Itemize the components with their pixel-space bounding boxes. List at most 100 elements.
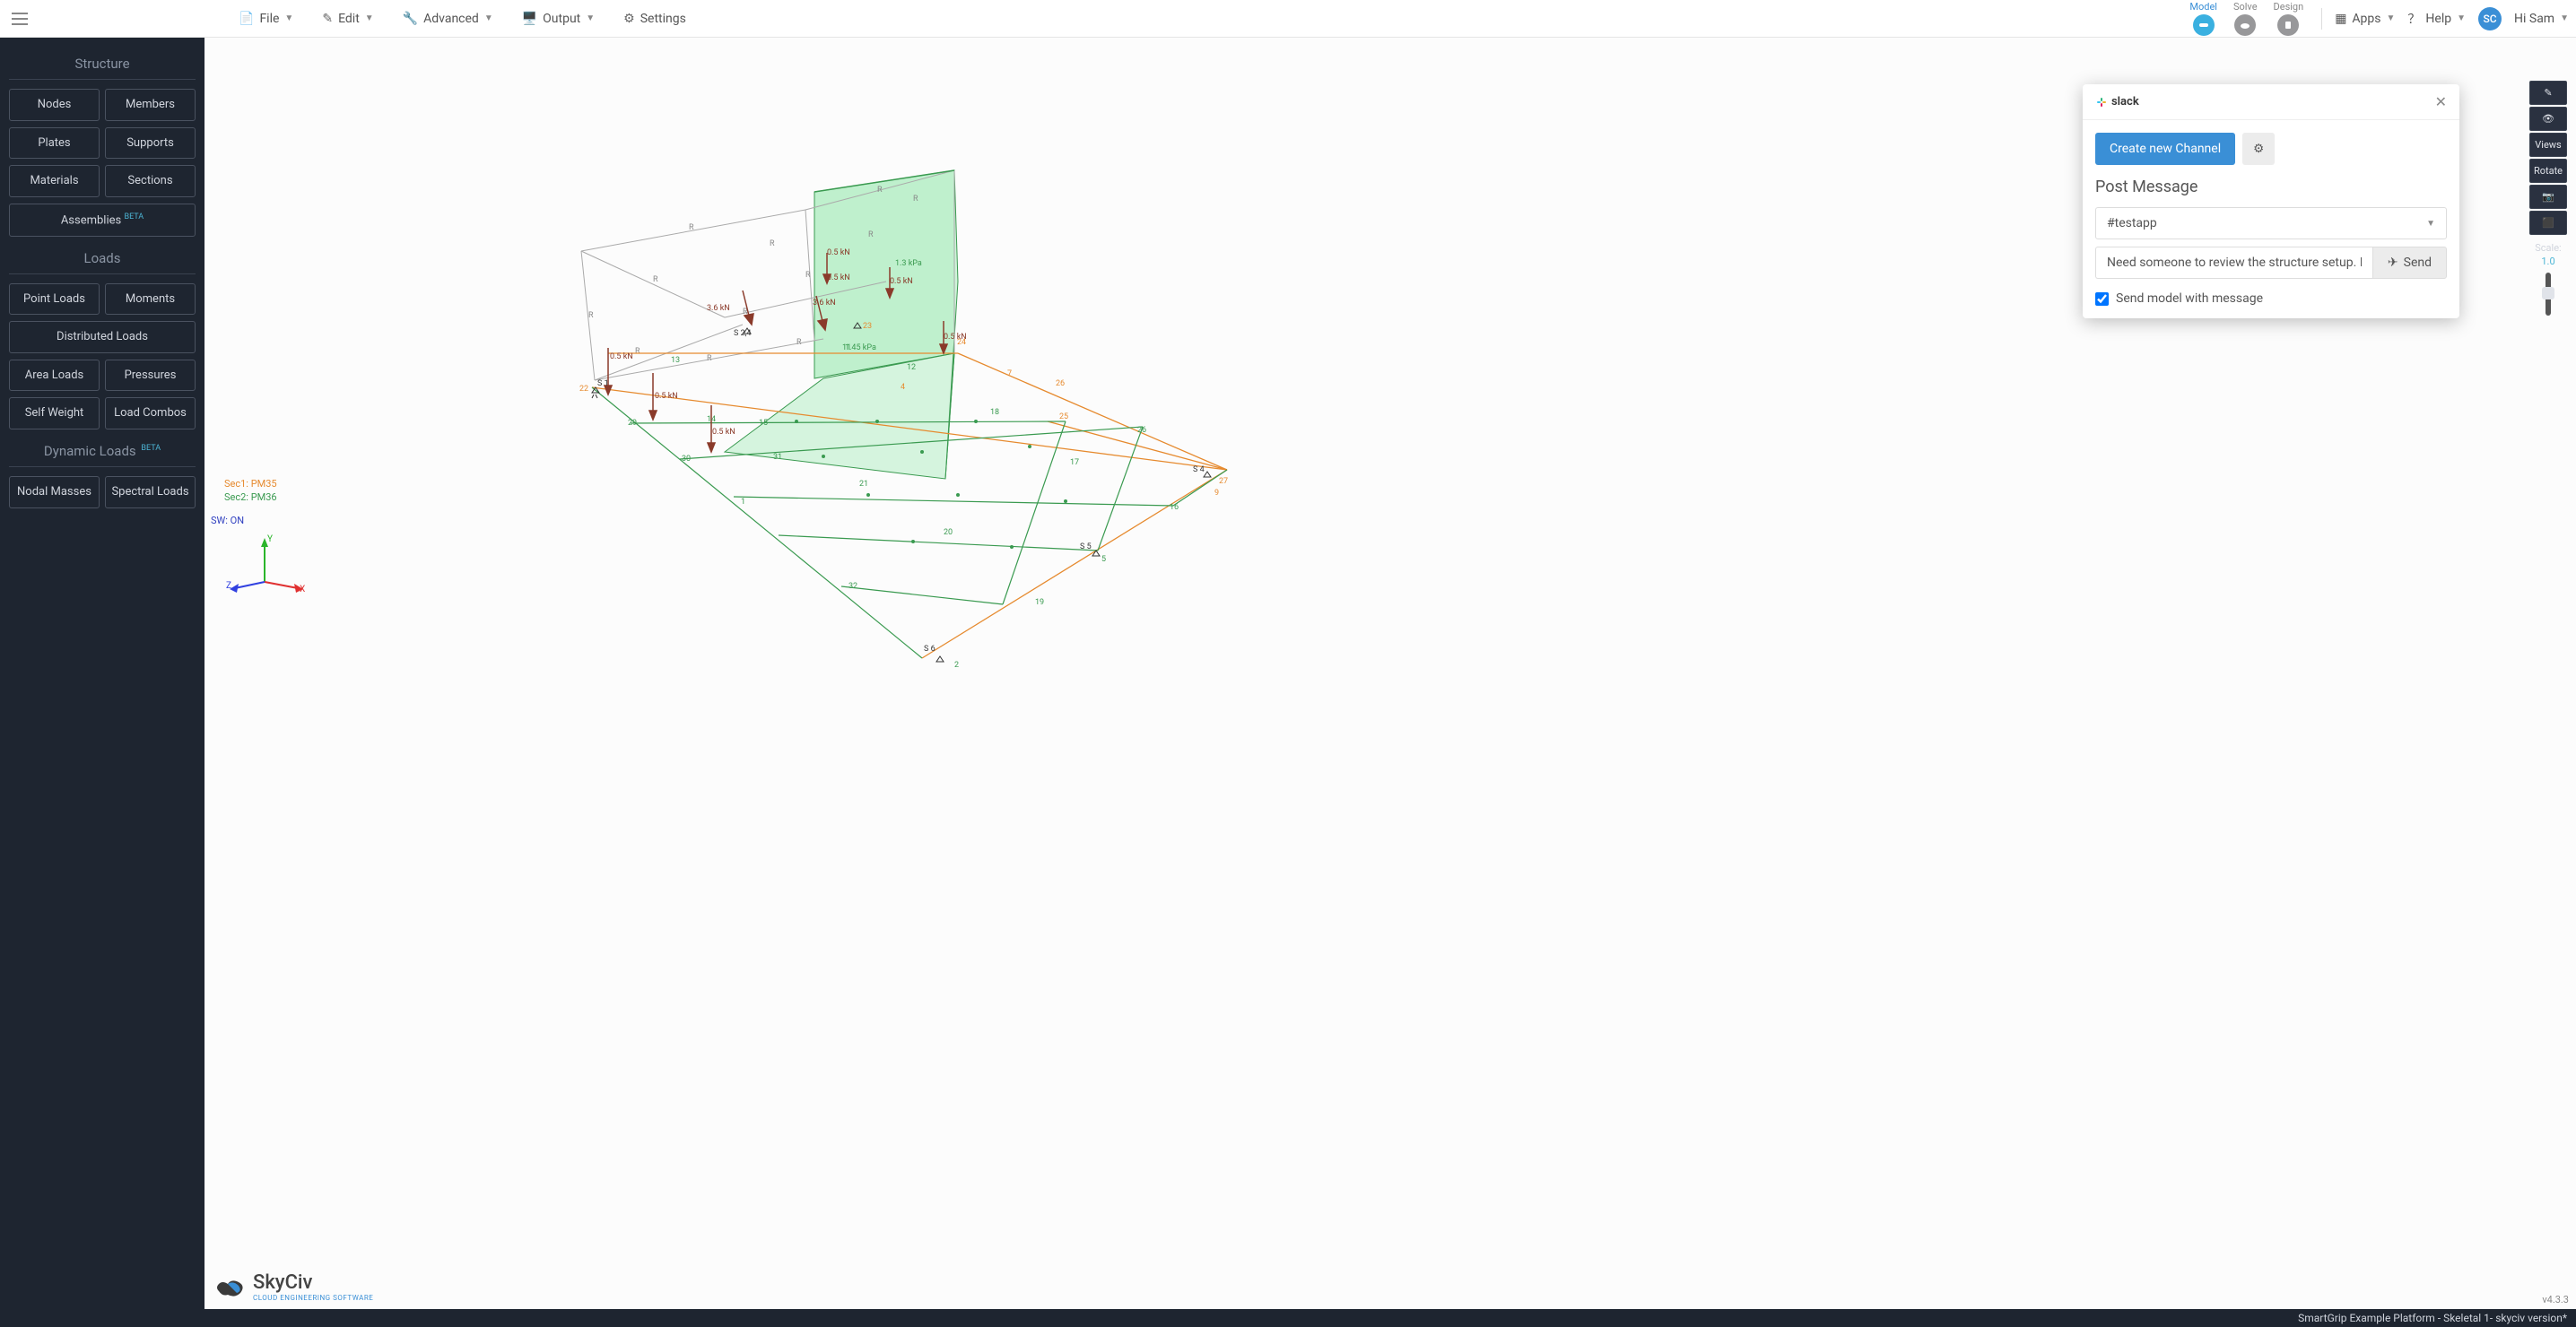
menu-file-label: File <box>259 12 279 26</box>
send-label: Send <box>2404 256 2432 270</box>
avatar[interactable]: SC <box>2478 7 2502 30</box>
perspective-button[interactable]: ⬛ <box>2529 211 2567 235</box>
svg-text:26: 26 <box>1137 426 1146 435</box>
svg-text:R: R <box>635 347 640 356</box>
message-input[interactable] <box>2095 247 2372 279</box>
hamburger-menu[interactable] <box>7 6 32 31</box>
svg-text:15: 15 <box>759 419 768 428</box>
apps-button[interactable]: ▦Apps▼ <box>2335 12 2395 26</box>
assemblies-button[interactable]: Assemblies BETA <box>9 204 196 237</box>
post-message-heading: Post Message <box>2095 178 2447 196</box>
menu-edit[interactable]: ✎Edit▼ <box>308 6 387 31</box>
tab-design[interactable]: Design <box>2274 1 2304 36</box>
svg-text:5: 5 <box>1101 555 1106 564</box>
views-button[interactable]: Views <box>2529 133 2567 157</box>
distributed-loads-button[interactable]: Distributed Loads <box>9 321 196 353</box>
slack-settings-button[interactable]: ⚙ <box>2242 133 2275 165</box>
camera-button[interactable]: 📷 <box>2529 185 2567 209</box>
self-weight-button[interactable]: Self Weight <box>9 397 100 429</box>
menu-settings-label: Settings <box>640 12 686 26</box>
eye-icon: 👁 <box>2542 113 2554 125</box>
help-button[interactable]: ？Help▼ <box>2407 10 2466 28</box>
svg-text:0.5 kN: 0.5 kN <box>610 352 633 361</box>
create-channel-button[interactable]: Create new Channel <box>2095 133 2235 165</box>
sections-button[interactable]: Sections <box>105 165 196 197</box>
model-icon <box>2193 14 2215 36</box>
cloud-icon <box>2234 14 2256 36</box>
svg-text:S 6: S 6 <box>924 645 936 654</box>
chevron-down-icon: ▼ <box>2426 219 2435 229</box>
plates-button[interactable]: Plates <box>9 127 100 160</box>
svg-text:R: R <box>689 223 694 232</box>
send-icon: ✈ <box>2388 256 2398 270</box>
spectral-loads-button[interactable]: Spectral Loads <box>105 476 196 508</box>
slider-thumb[interactable] <box>2542 287 2554 299</box>
apps-label: Apps <box>2352 12 2380 26</box>
menu-file[interactable]: 📄File▼ <box>224 6 308 31</box>
menu-edit-label: Edit <box>338 12 360 26</box>
chevron-down-icon: ▼ <box>2457 13 2466 23</box>
structure-heading: Structure <box>9 48 196 80</box>
tab-model[interactable]: Model <box>2189 1 2217 36</box>
svg-text:X: X <box>300 585 305 594</box>
brand-name: SkyCiv <box>253 1271 373 1294</box>
svg-text:S 4: S 4 <box>1193 465 1205 474</box>
rotate-button[interactable]: Rotate <box>2529 159 2567 183</box>
chevron-down-icon: ▼ <box>2387 13 2396 23</box>
svg-text:29: 29 <box>628 419 637 428</box>
load-combos-button[interactable]: Load Combos <box>105 397 196 429</box>
menu-settings[interactable]: ⚙Settings <box>609 6 701 31</box>
area-loads-button[interactable]: Area Loads <box>9 360 100 392</box>
chevron-down-icon: ▼ <box>586 13 595 23</box>
svg-text:26: 26 <box>1056 379 1065 388</box>
svg-text:24: 24 <box>957 338 966 347</box>
svg-text:12: 12 <box>907 363 916 372</box>
materials-button[interactable]: Materials <box>9 165 100 197</box>
slack-modal: slack ✕ Create new Channel ⚙ Post Messag… <box>2083 84 2459 318</box>
pressures-button[interactable]: Pressures <box>105 360 196 392</box>
menu-advanced[interactable]: 🔧Advanced▼ <box>388 6 508 31</box>
svg-text:R: R <box>796 338 802 347</box>
svg-text:11: 11 <box>842 343 851 352</box>
svg-text:32: 32 <box>849 582 857 591</box>
svg-text:1.3 kPa: 1.3 kPa <box>895 259 922 268</box>
svg-text:R: R <box>877 186 883 195</box>
channel-select[interactable]: #testapp ▼ <box>2095 207 2447 239</box>
send-button[interactable]: ✈ Send <box>2372 247 2447 279</box>
right-toolbar: ✎ 👁 Views Rotate 📷 ⬛ Scale: 1.0 <box>2529 81 2567 319</box>
avatar-initials: SC <box>2483 13 2496 25</box>
svg-text:Y: Y <box>267 534 273 544</box>
supports-button[interactable]: Supports <box>105 127 196 160</box>
assemblies-label: Assemblies <box>61 213 121 227</box>
tab-solve[interactable]: Solve <box>2233 1 2258 36</box>
svg-text:R: R <box>653 275 658 284</box>
tab-solve-label: Solve <box>2233 1 2258 13</box>
pencil-icon: ✎ <box>2544 87 2552 99</box>
channel-value: #testapp <box>2107 216 2157 230</box>
nodes-button[interactable]: Nodes <box>9 89 100 121</box>
edit-tool-button[interactable]: ✎ <box>2529 81 2567 105</box>
svg-text:22: 22 <box>579 385 588 394</box>
beta-badge: BETA <box>124 212 144 221</box>
visibility-button[interactable]: 👁 <box>2529 107 2567 131</box>
section-legend: Sec1: PM35 Sec2: PM36 <box>224 477 277 505</box>
tab-design-label: Design <box>2274 1 2304 13</box>
scale-slider[interactable] <box>2546 273 2551 316</box>
svg-text:0.5 kN: 0.5 kN <box>655 392 678 401</box>
send-model-checkbox[interactable] <box>2095 292 2109 306</box>
cube-icon: ⬛ <box>2542 217 2554 229</box>
moments-button[interactable]: Moments <box>105 283 196 316</box>
close-button[interactable]: ✕ <box>2435 93 2447 110</box>
point-loads-button[interactable]: Point Loads <box>9 283 100 316</box>
scale-label: Scale: <box>2529 242 2567 254</box>
menu-output-label: Output <box>543 12 580 26</box>
svg-text:13: 13 <box>671 356 680 365</box>
slack-icon <box>2095 96 2108 108</box>
members-button[interactable]: Members <box>105 89 196 121</box>
nodal-masses-button[interactable]: Nodal Masses <box>9 476 100 508</box>
svg-text:17: 17 <box>1070 458 1079 467</box>
user-menu[interactable]: Hi Sam▼ <box>2514 12 2569 26</box>
status-text: SmartGrip Example Platform - Skeletal 1-… <box>2298 1312 2567 1324</box>
svg-text:25: 25 <box>1059 412 1068 421</box>
menu-output[interactable]: 🖥️Output▼ <box>508 6 609 31</box>
